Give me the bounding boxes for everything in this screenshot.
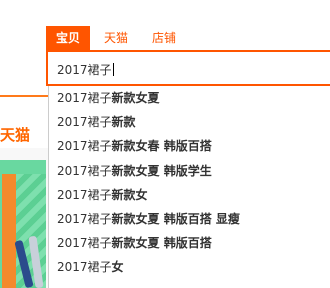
suggestion-typed: 2017裙子 bbox=[57, 163, 112, 178]
suggestion-typed: 2017裙子 bbox=[57, 211, 112, 226]
suggestion-completion: 新款女春 韩版百搭 bbox=[111, 139, 212, 154]
suggestion-completion: 新款女夏 韩版百搭 bbox=[111, 236, 212, 251]
suggestion-completion: 新款 bbox=[111, 115, 136, 130]
background-banner-stripes bbox=[16, 174, 46, 288]
suggestion-item[interactable]: 2017裙子新款 bbox=[49, 110, 330, 134]
search-input-value: 2017裙子 bbox=[57, 63, 114, 77]
suggestion-typed: 2017裙子 bbox=[57, 236, 112, 251]
text-caret bbox=[112, 63, 114, 76]
suggestion-item[interactable]: 2017裙子女 bbox=[49, 255, 330, 279]
suggestion-item[interactable]: 2017裙子新款女春 韩版百搭 bbox=[49, 134, 330, 158]
search-tabs: 宝贝 天猫 店铺 bbox=[46, 26, 186, 50]
suggestion-item[interactable]: 2017裙子新款女夏 韩版百搭 bbox=[49, 231, 330, 255]
suggestion-completion: 新款女夏 韩版学生 bbox=[111, 163, 212, 178]
suggestion-completion: 新款女 bbox=[111, 187, 148, 202]
suggestion-dropdown: 2017裙子新款女夏 2017裙子新款 2017裙子新款女春 韩版百搭 2017… bbox=[48, 86, 330, 288]
suggestion-typed: 2017裙子 bbox=[57, 260, 112, 275]
suggestion-item[interactable]: 2017裙子新款女 bbox=[49, 183, 330, 207]
background-banner-accent bbox=[2, 174, 16, 288]
suggestion-item[interactable]: 2017裙子新款女夏 韩版学生 bbox=[49, 159, 330, 183]
suggestion-completion: 新款女夏 韩版百搭 显瘦 bbox=[111, 211, 240, 226]
suggestion-typed: 2017裙子 bbox=[57, 115, 112, 130]
background-divider bbox=[0, 95, 48, 97]
suggestion-typed: 2017裙子 bbox=[57, 91, 112, 105]
suggestion-completion: 女 bbox=[111, 260, 124, 275]
search-input[interactable]: 2017裙子 bbox=[46, 50, 330, 86]
suggestion-typed: 2017裙子 bbox=[57, 139, 112, 154]
background-tmall-label: 天猫 bbox=[0, 126, 31, 144]
suggestion-completion: 新款女夏 bbox=[111, 91, 160, 105]
suggestion-item[interactable]: 2017裙子新款女夏 韩版百搭 显瘦 bbox=[49, 207, 330, 231]
suggestion-item[interactable]: 2017裙子新款女夏 bbox=[49, 86, 330, 110]
tab-shop[interactable]: 店铺 bbox=[142, 26, 186, 50]
tab-baobei[interactable]: 宝贝 bbox=[46, 26, 91, 50]
suggestion-typed: 2017裙子 bbox=[57, 187, 112, 202]
tab-tmall[interactable]: 天猫 bbox=[94, 26, 138, 50]
